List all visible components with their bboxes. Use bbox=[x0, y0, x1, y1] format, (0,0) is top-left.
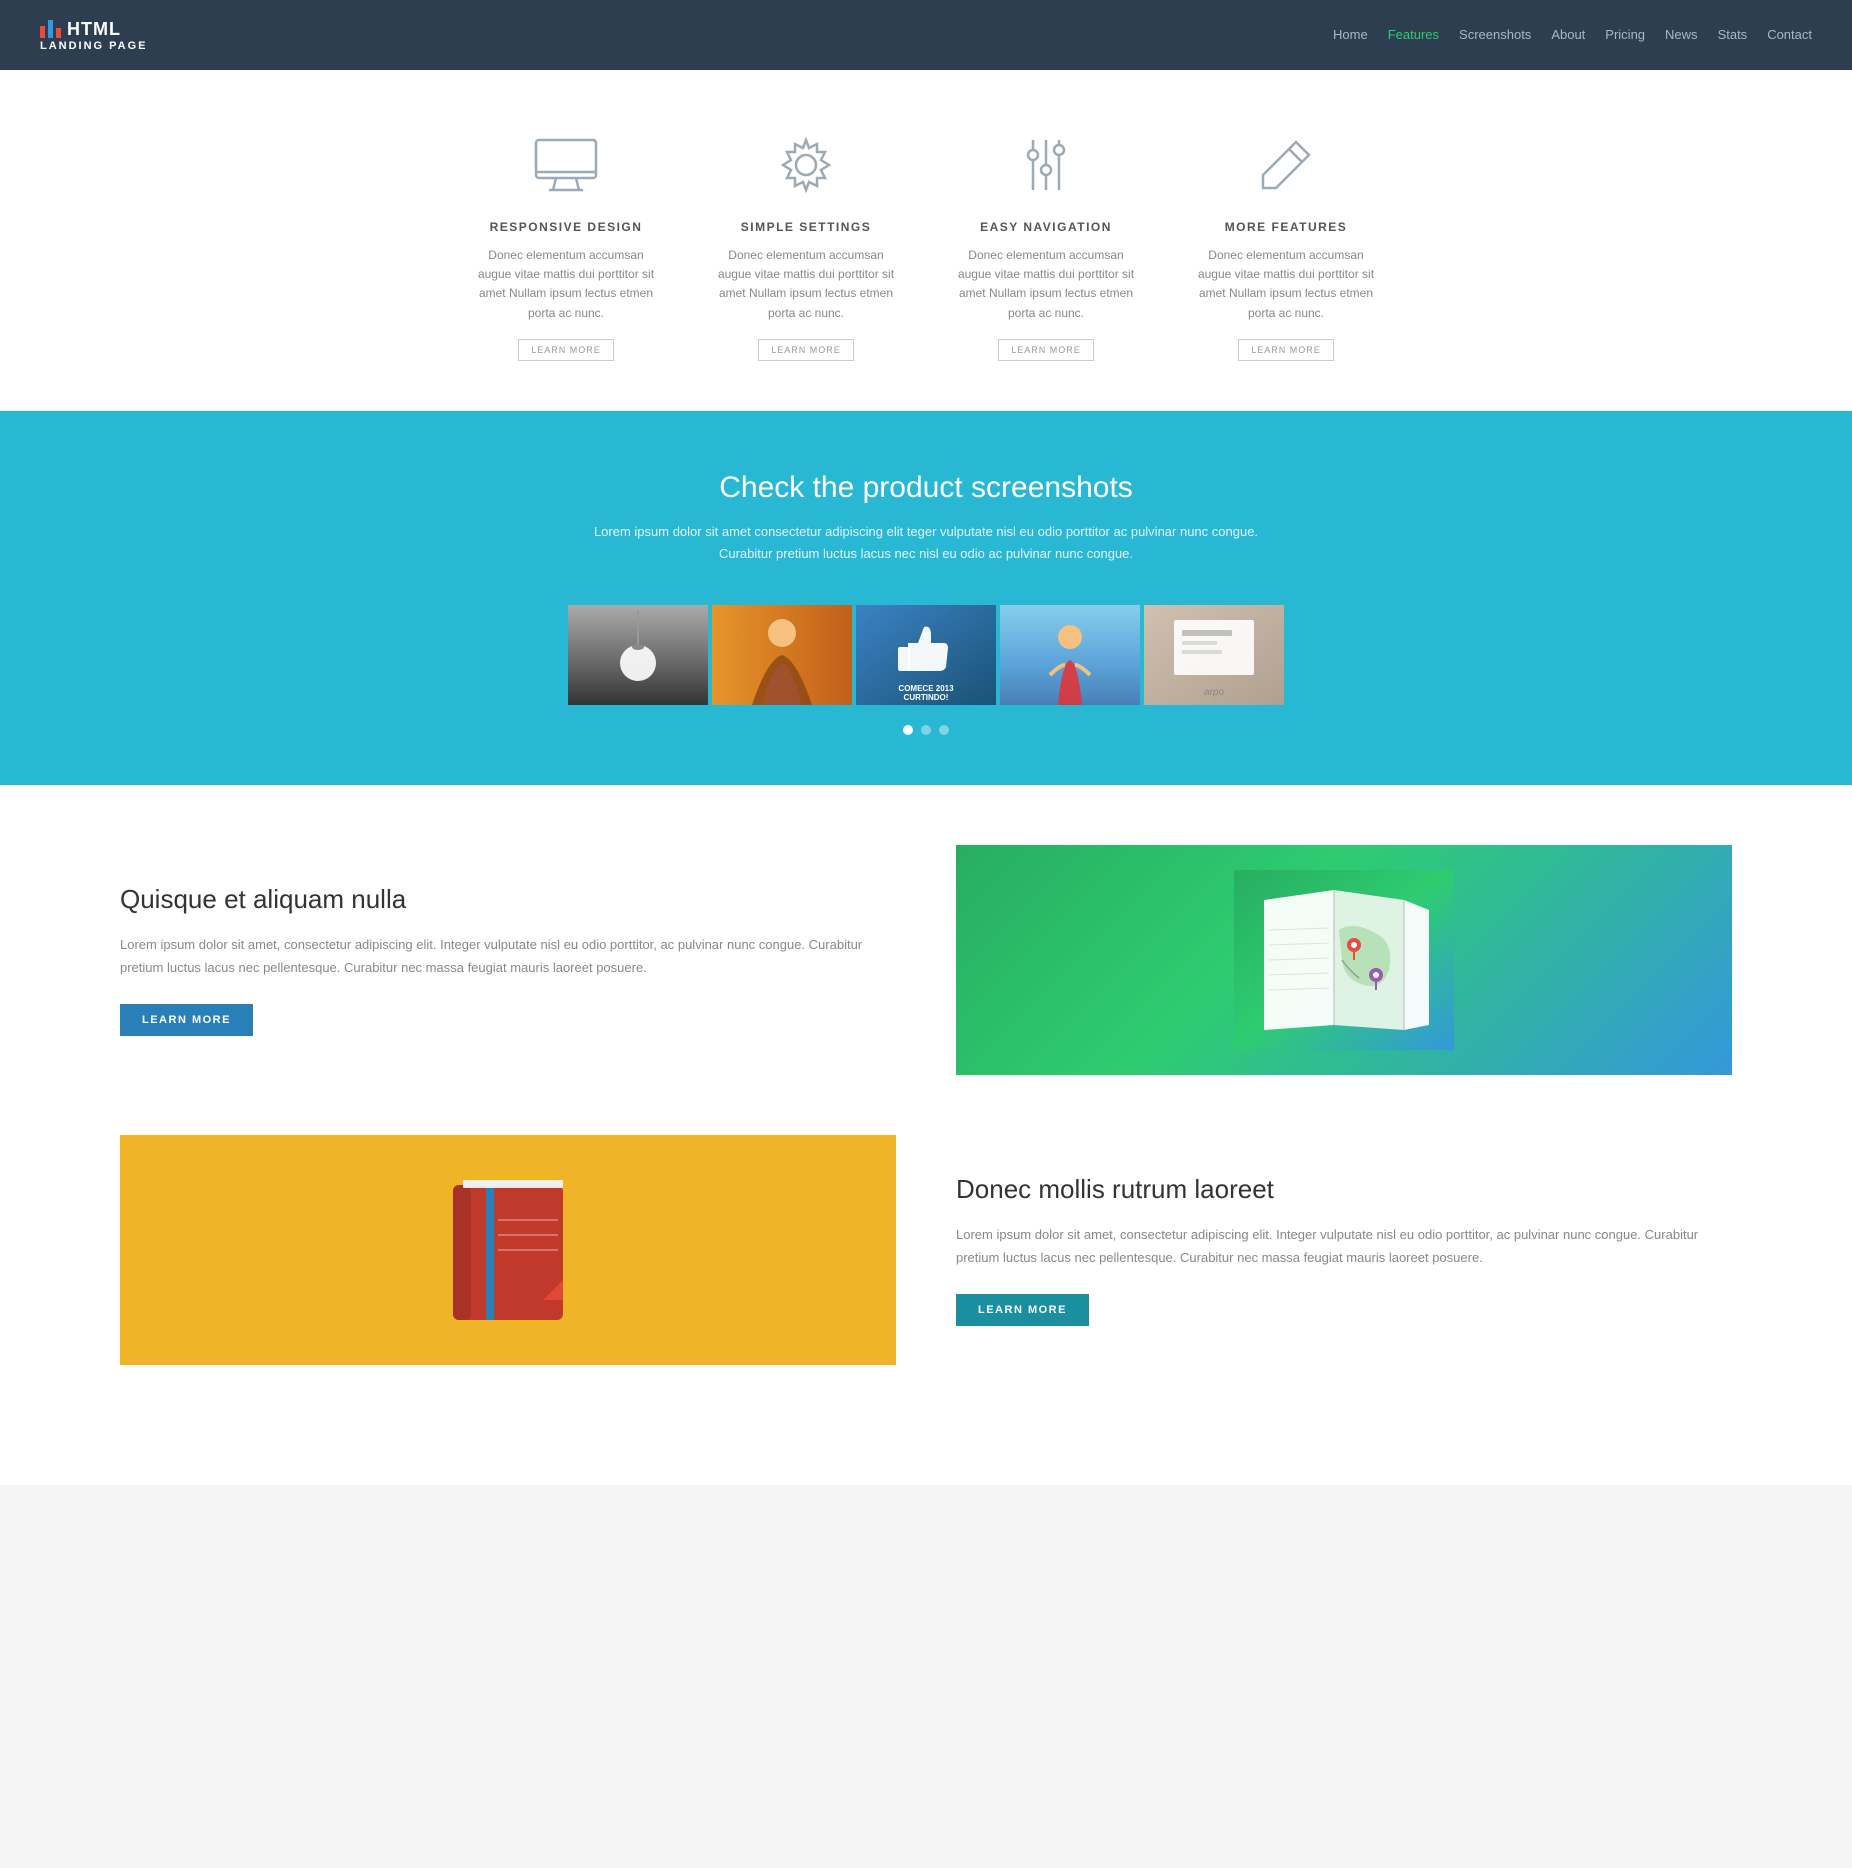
features-grid: RESPONSIVE DESIGN Donec elementum accums… bbox=[476, 130, 1376, 361]
gear-icon bbox=[771, 130, 841, 200]
about-btn-2[interactable]: LEARN MORE bbox=[956, 1294, 1089, 1326]
svg-text:CURTINDO!: CURTINDO! bbox=[904, 693, 949, 702]
feature-more-btn[interactable]: LEARN MORE bbox=[1238, 339, 1334, 361]
feature-responsive-btn[interactable]: LEARN MORE bbox=[518, 339, 614, 361]
about-text-2: Donec mollis rutrum laoreet Lorem ipsum … bbox=[956, 1174, 1732, 1326]
feature-more: MORE FEATURES Donec elementum accumsan a… bbox=[1196, 130, 1376, 361]
nav-features[interactable]: Features bbox=[1388, 27, 1439, 42]
screenshots-title: Check the product screenshots bbox=[40, 471, 1812, 505]
gallery-thumb-3[interactable]: COMECE 2013 CURTINDO! bbox=[856, 605, 996, 705]
about-text-1: Quisque et aliquam nulla Lorem ipsum dol… bbox=[120, 884, 896, 1036]
brand-subtitle: LANDING PAGE bbox=[40, 40, 148, 52]
screenshots-subtitle: Lorem ipsum dolor sit amet consectetur a… bbox=[40, 521, 1812, 565]
nav-contact[interactable]: Contact bbox=[1767, 27, 1812, 42]
nav-stats[interactable]: Stats bbox=[1718, 27, 1748, 42]
gallery-thumb-5[interactable]: arpo bbox=[1144, 605, 1284, 705]
navbar: HTML LANDING PAGE Home Features Screensh… bbox=[0, 0, 1852, 70]
monitor-icon bbox=[531, 130, 601, 200]
about-row-1: Quisque et aliquam nulla Lorem ipsum dol… bbox=[120, 845, 1732, 1075]
gallery-thumb-1[interactable] bbox=[568, 605, 708, 705]
nav-pricing[interactable]: Pricing bbox=[1605, 27, 1645, 42]
feature-navigation-text: Donec elementum accumsan augue vitae mat… bbox=[956, 246, 1136, 323]
carousel-dot-3[interactable] bbox=[939, 725, 949, 735]
carousel-dot-1[interactable] bbox=[903, 725, 913, 735]
brand-logo: HTML bbox=[40, 19, 148, 40]
feature-navigation: EASY NAVIGATION Donec elementum accumsan… bbox=[956, 130, 1136, 361]
feature-settings-title: SIMPLE SETTINGS bbox=[716, 220, 896, 234]
feature-more-text: Donec elementum accumsan augue vitae mat… bbox=[1196, 246, 1376, 323]
about-title-2: Donec mollis rutrum laoreet bbox=[956, 1174, 1732, 1205]
sliders-icon bbox=[1011, 130, 1081, 200]
about-desc-2: Lorem ipsum dolor sit amet, consectetur … bbox=[956, 1223, 1732, 1270]
features-section: RESPONSIVE DESIGN Donec elementum accums… bbox=[0, 70, 1852, 411]
feature-responsive-text: Donec elementum accumsan augue vitae mat… bbox=[476, 246, 656, 323]
nav-news[interactable]: News bbox=[1665, 27, 1698, 42]
brand: HTML LANDING PAGE bbox=[40, 19, 148, 52]
screenshots-section: Check the product screenshots Lorem ipsu… bbox=[0, 411, 1852, 785]
screenshots-gallery: COMECE 2013 CURTINDO! bbox=[556, 605, 1296, 705]
feature-responsive-title: RESPONSIVE DESIGN bbox=[476, 220, 656, 234]
about-img-wallet bbox=[120, 1135, 896, 1365]
nav-home[interactable]: Home bbox=[1333, 27, 1368, 42]
feature-navigation-btn[interactable]: LEARN MORE bbox=[998, 339, 1094, 361]
about-section: Quisque et aliquam nulla Lorem ipsum dol… bbox=[0, 785, 1852, 1485]
about-btn-1[interactable]: LEARN MORE bbox=[120, 1004, 253, 1036]
nav-screenshots[interactable]: Screenshots bbox=[1459, 27, 1531, 42]
svg-text:COMECE 2013: COMECE 2013 bbox=[898, 684, 954, 693]
feature-settings-text: Donec elementum accumsan augue vitae mat… bbox=[716, 246, 896, 323]
feature-settings: SIMPLE SETTINGS Donec elementum accumsan… bbox=[716, 130, 896, 361]
nav-menu: Home Features Screenshots About Pricing … bbox=[1333, 26, 1812, 44]
svg-text:arpo: arpo bbox=[1204, 687, 1224, 698]
gallery-thumb-2[interactable] bbox=[712, 605, 852, 705]
carousel-dots bbox=[40, 725, 1812, 735]
about-title-1: Quisque et aliquam nulla bbox=[120, 884, 896, 915]
feature-responsive: RESPONSIVE DESIGN Donec elementum accums… bbox=[476, 130, 656, 361]
nav-about[interactable]: About bbox=[1551, 27, 1585, 42]
feature-more-title: MORE FEATURES bbox=[1196, 220, 1376, 234]
pencil-icon bbox=[1251, 130, 1321, 200]
about-img-map bbox=[956, 845, 1732, 1075]
gallery-thumb-4[interactable] bbox=[1000, 605, 1140, 705]
brand-bars-icon bbox=[40, 20, 61, 38]
about-desc-1: Lorem ipsum dolor sit amet, consectetur … bbox=[120, 933, 896, 980]
carousel-dot-2[interactable] bbox=[921, 725, 931, 735]
about-row-2: Donec mollis rutrum laoreet Lorem ipsum … bbox=[120, 1135, 1732, 1365]
feature-settings-btn[interactable]: LEARN MORE bbox=[758, 339, 854, 361]
brand-name: HTML bbox=[67, 19, 121, 40]
feature-navigation-title: EASY NAVIGATION bbox=[956, 220, 1136, 234]
